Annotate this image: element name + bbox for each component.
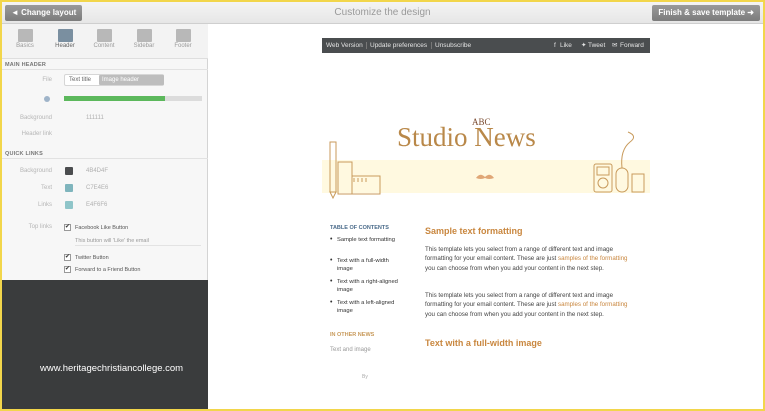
divider <box>2 69 208 70</box>
body-paragraph: This template lets you select from a ran… <box>425 246 628 272</box>
web-version-link[interactable]: Web Version <box>326 38 363 53</box>
color-swatch[interactable] <box>65 201 73 209</box>
footer-layout-icon <box>175 29 191 42</box>
background-label: Background <box>19 115 52 121</box>
section-heading-quick-links: QUICK LINKS <box>5 151 43 157</box>
ql-text-label: Text <box>40 185 52 191</box>
top-toolbar: ◄ Change layout Customize the design Fin… <box>2 2 763 24</box>
content-layout-icon <box>96 29 112 42</box>
toc-item[interactable]: • Sample text formatting <box>330 236 405 244</box>
byline: By <box>362 374 368 380</box>
twitter-icon[interactable]: ✦ <box>581 38 586 53</box>
watermark-text: www.heritagechristiancollege.com <box>40 363 184 374</box>
tab-label: Footer <box>174 43 192 49</box>
facebook-like-checkbox[interactable]: ✔ <box>64 224 71 231</box>
section-heading: Text with a full-width image <box>425 338 542 348</box>
scissors-icon <box>17 29 33 42</box>
samples-link[interactable]: samples of the formatting <box>558 255 627 262</box>
gear-icon[interactable] <box>44 96 50 102</box>
text-title-option[interactable]: Text title <box>69 75 91 85</box>
tweet-link[interactable]: Tweet <box>588 38 605 53</box>
tab-sidebar[interactable]: Sidebar <box>126 27 162 57</box>
like-text-input[interactable]: This button will 'Like' the email <box>75 237 201 246</box>
tab-label: Header <box>55 43 75 49</box>
unsubscribe-link[interactable]: Unsubscribe <box>435 38 471 53</box>
header-layout-icon <box>57 29 73 42</box>
section-heading: Sample text formatting <box>425 226 523 236</box>
facebook-like-label: Facebook Like Button <box>75 225 129 231</box>
mustache-icon <box>476 174 494 179</box>
twitter-label: Twitter Button <box>75 255 109 261</box>
tab-header[interactable]: Header <box>47 27 83 57</box>
change-layout-button[interactable]: ◄ Change layout <box>5 5 83 21</box>
tab-label: Basics <box>16 43 34 49</box>
divider <box>2 158 208 159</box>
email-top-bar: Web Version Update preferences Unsubscri… <box>322 38 650 53</box>
section-heading-main-header: MAIN HEADER <box>5 62 47 68</box>
design-tabs: Basics Header Content Sidebar Footer <box>2 24 208 59</box>
panel-footer-area <box>2 280 208 409</box>
pencil-ruler-icon <box>329 141 381 200</box>
tab-footer[interactable]: Footer <box>165 27 201 57</box>
news-heading: IN OTHER NEWS <box>330 332 375 338</box>
body-paragraph: This template lets you select from a ran… <box>425 292 628 318</box>
facebook-icon[interactable]: f <box>554 38 556 53</box>
forward-icon[interactable]: ✉ <box>612 38 617 53</box>
slider-fill <box>64 96 165 101</box>
finish-save-button[interactable]: Finish & save template ➜ <box>652 5 760 21</box>
top-links-label: Top links <box>28 224 52 230</box>
tab-basics[interactable]: Basics <box>7 27 43 57</box>
toc-item[interactable]: • Text with a left-aligned image <box>330 299 405 315</box>
file-label: File <box>42 77 52 83</box>
ql-links-label: Links <box>37 202 52 208</box>
header-link-label: Header link <box>21 131 52 137</box>
divider <box>366 42 367 49</box>
tab-label: Content <box>93 43 115 49</box>
email-template: Web Version Update preferences Unsubscri… <box>322 38 650 403</box>
email-preview: Web Version Update preferences Unsubscri… <box>209 24 763 409</box>
update-preferences-link[interactable]: Update preferences <box>370 38 427 53</box>
samples-link[interactable]: samples of the formatting <box>558 301 627 308</box>
twitter-checkbox[interactable]: ✔ <box>64 254 71 261</box>
like-link[interactable]: Like <box>560 38 572 53</box>
ql-background-value[interactable]: 4B4D4F <box>86 168 108 174</box>
forward-label: Forward to a Friend Button <box>75 267 141 273</box>
sidebar-layout-icon <box>136 29 152 42</box>
toc-heading: TABLE OF CONTENTS <box>330 225 389 231</box>
ql-background-label: Background <box>19 168 52 174</box>
page-title: Customize the design <box>334 7 431 18</box>
forward-checkbox[interactable]: ✔ <box>64 266 71 273</box>
background-value[interactable]: 111111 <box>86 115 104 121</box>
color-swatch[interactable] <box>65 167 73 175</box>
app-frame: ◄ Change layout Customize the design Fin… <box>2 2 763 409</box>
design-panel: Basics Header Content Sidebar Footer MAI… <box>2 24 208 280</box>
tab-label: Sidebar <box>133 43 155 49</box>
toc-item[interactable]: • Text with a full-width image <box>330 257 405 273</box>
ql-links-value[interactable]: E4F6F6 <box>86 202 107 208</box>
divider <box>431 42 432 49</box>
forward-link[interactable]: Forward <box>620 38 644 53</box>
news-item[interactable]: Text and image <box>330 347 371 353</box>
image-header-option[interactable]: Image header <box>99 75 164 85</box>
ipod-mouse-icon <box>593 131 645 193</box>
brand-title: Studio News <box>397 122 536 152</box>
header-type-toggle[interactable]: Text title Image header <box>64 74 164 86</box>
color-swatch[interactable] <box>65 184 73 192</box>
ql-text-value[interactable]: C7E4E6 <box>86 185 108 191</box>
header-size-slider[interactable] <box>64 96 202 101</box>
toc-item[interactable]: • Text with a right-aligned image <box>330 278 405 294</box>
tab-content[interactable]: Content <box>86 27 122 57</box>
